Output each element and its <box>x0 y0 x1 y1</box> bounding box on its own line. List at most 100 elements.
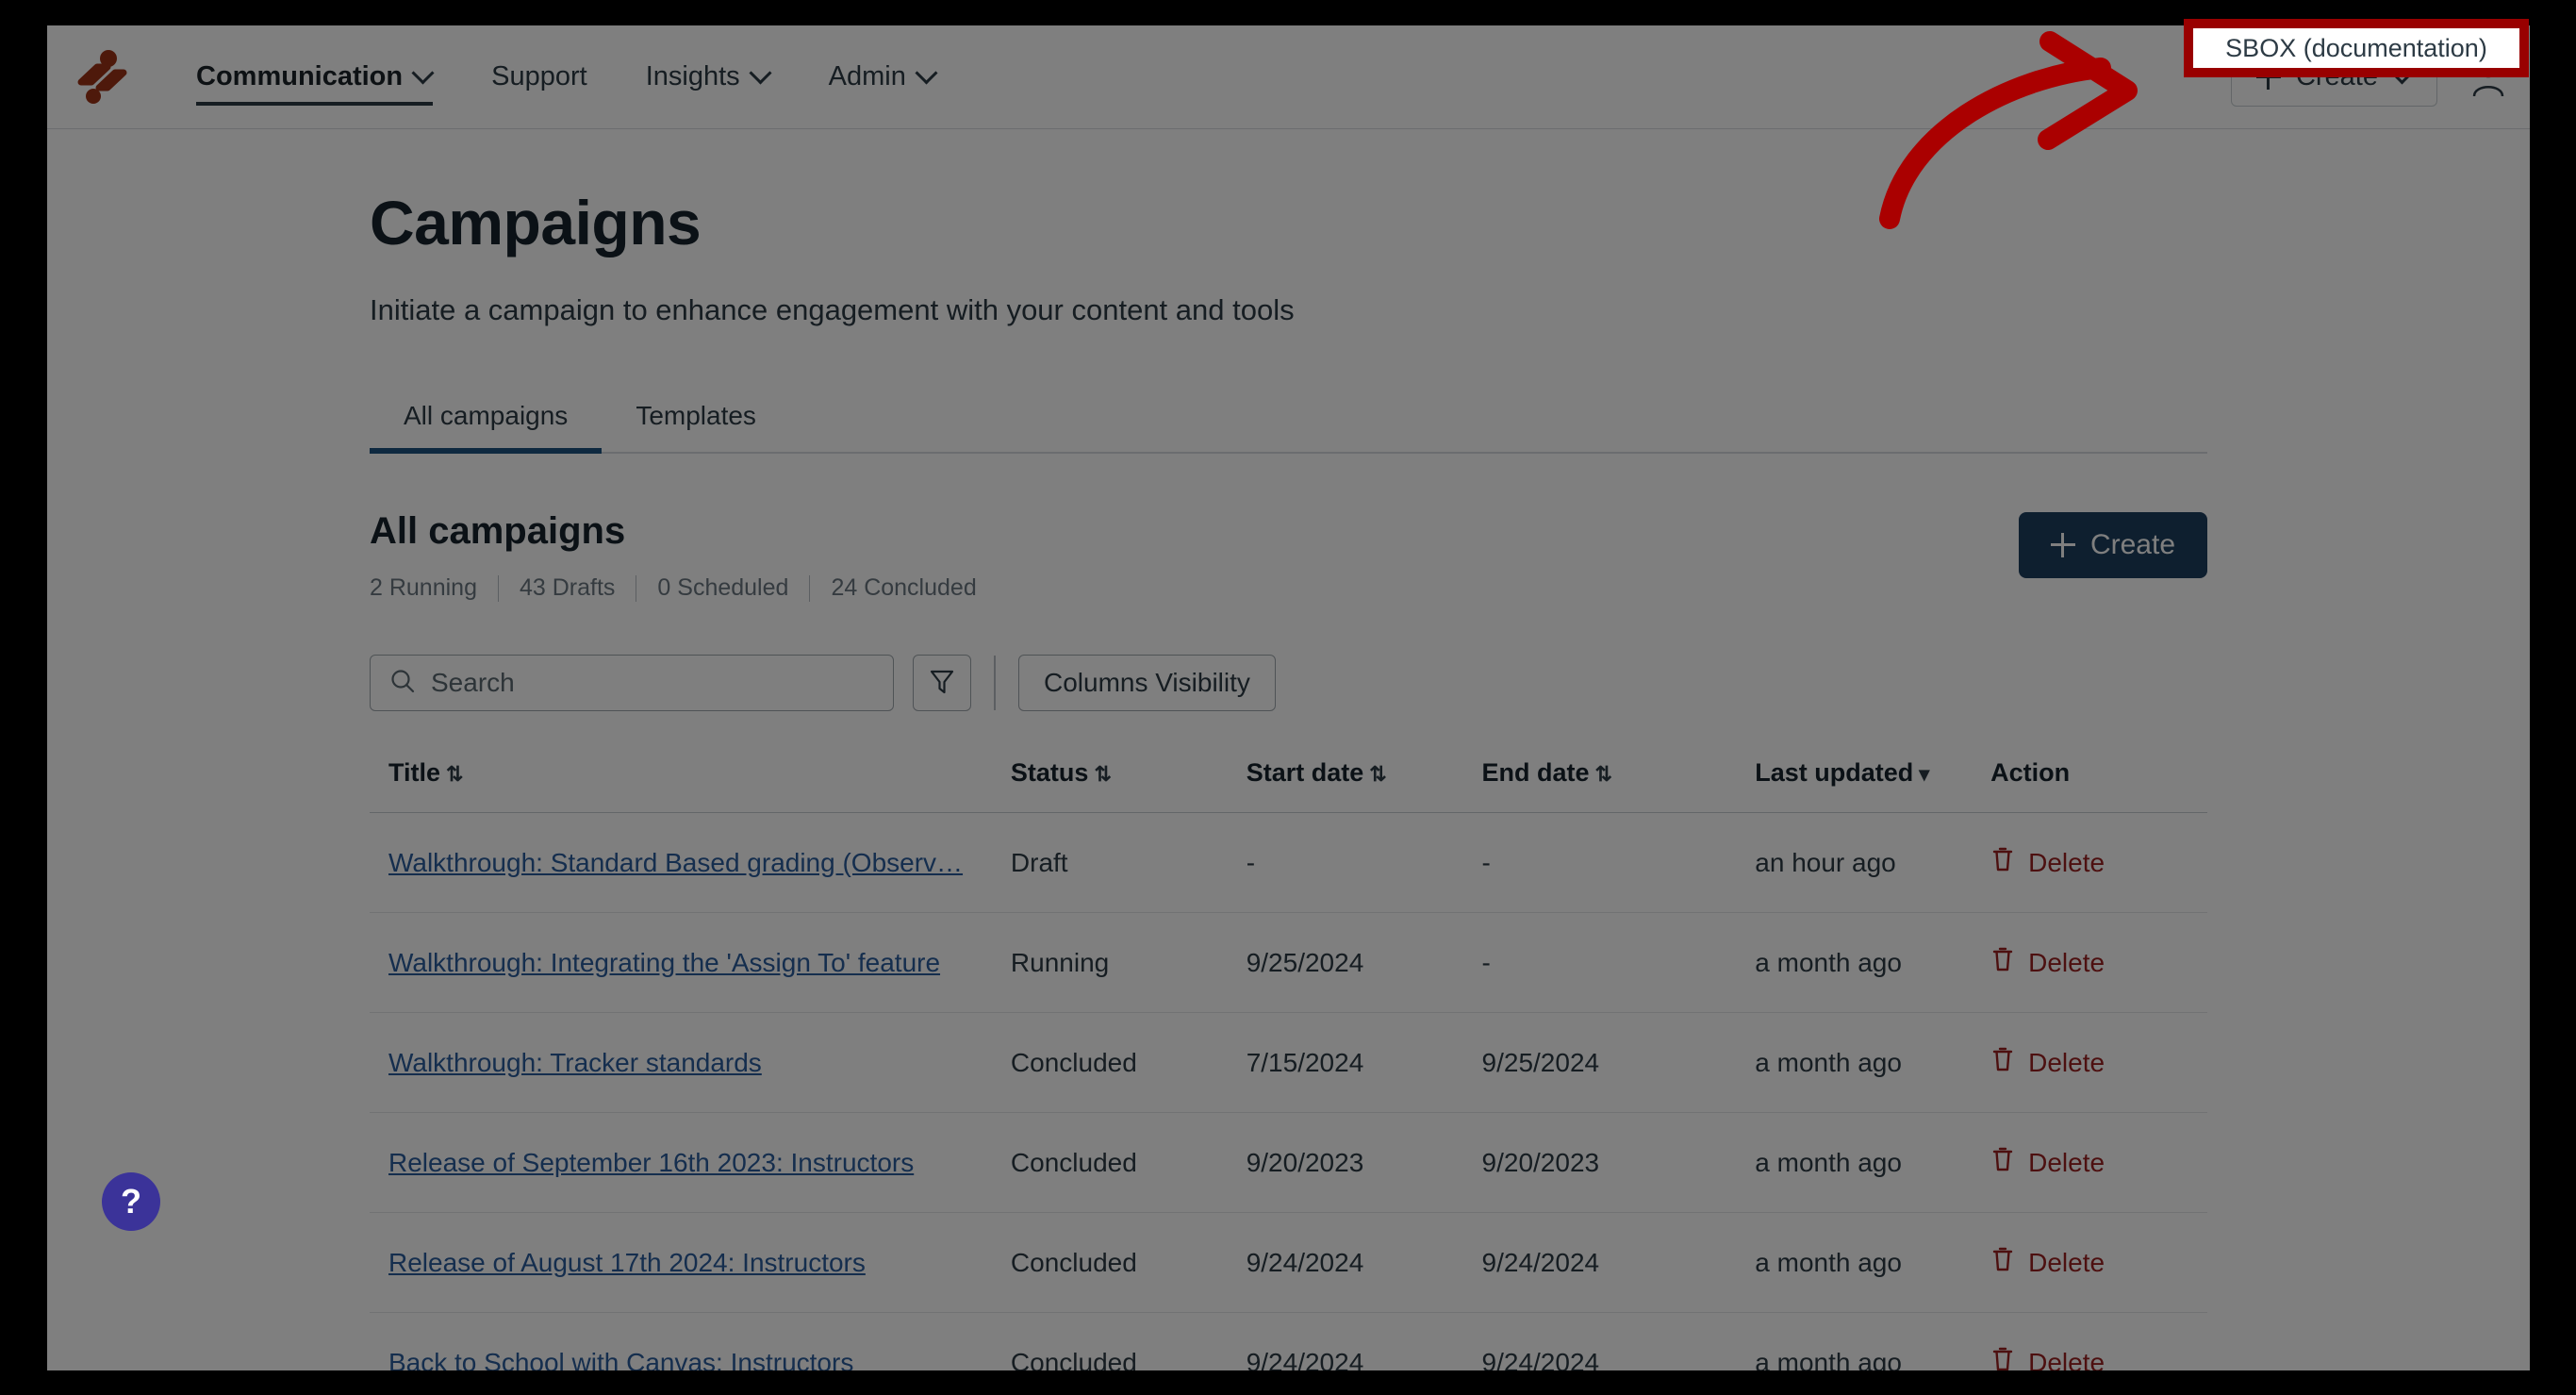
cell-status: Running <box>1010 912 1247 1013</box>
sort-both-icon: ⇅ <box>1594 762 1612 786</box>
delete-button[interactable]: Delete <box>1990 1045 2207 1080</box>
cell-last-updated: a month ago <box>1755 1012 1991 1113</box>
cell-end-date: 9/25/2024 <box>1481 1012 1756 1113</box>
column-header-status[interactable]: Status ⇅ <box>1010 758 1247 813</box>
delete-button[interactable]: Delete <box>1990 845 2207 880</box>
trash-icon <box>1990 1245 2015 1280</box>
top-navigation-bar: Communication Support Insights Admin <box>47 25 2530 129</box>
cell-start-date: 7/15/2024 <box>1246 1012 1482 1113</box>
campaign-title-link[interactable]: Walkthrough: Standard Based grading (Obs… <box>388 848 963 877</box>
stat-scheduled: 0 Scheduled <box>657 574 789 601</box>
columns-visibility-button[interactable]: Columns Visibility <box>1018 655 1276 711</box>
tab-all-campaigns[interactable]: All campaigns <box>370 388 603 454</box>
nav-item-admin[interactable]: Admin <box>829 25 936 128</box>
toolbar-divider <box>994 656 996 710</box>
search-icon <box>389 668 416 699</box>
cell-action: Delete <box>1990 812 2207 913</box>
cell-start-date: - <box>1246 812 1482 913</box>
sort-both-icon: ⇅ <box>1369 762 1387 786</box>
column-header-action: Action <box>1990 758 2207 813</box>
column-header-start-date[interactable]: Start date ⇅ <box>1246 758 1482 813</box>
trash-icon <box>1990 1045 2015 1080</box>
nav-item-communication[interactable]: Communication <box>196 25 434 128</box>
column-header-end-date[interactable]: End date ⇅ <box>1481 758 1756 813</box>
stat-divider <box>497 574 499 602</box>
delete-label: Delete <box>2028 847 2105 877</box>
delete-button[interactable]: Delete <box>1990 945 2207 980</box>
search-field[interactable] <box>370 655 894 711</box>
stat-divider <box>809 574 811 602</box>
cell-status: Draft <box>1010 812 1247 913</box>
campaign-title-link[interactable]: Walkthrough: Tracker standards <box>388 1048 762 1077</box>
chevron-down-icon <box>917 65 936 84</box>
page-title: Campaigns <box>370 188 702 257</box>
table-row: Walkthrough: Integrating the 'Assign To'… <box>370 912 2207 1013</box>
sort-both-icon: ⇅ <box>1094 762 1112 786</box>
delete-button[interactable]: Delete <box>1990 1345 2207 1370</box>
sort-both-icon: ⇅ <box>446 762 464 786</box>
table-row: Walkthrough: Standard Based grading (Obs… <box>370 812 2207 913</box>
stat-drafts: 43 Drafts <box>519 574 616 601</box>
tab-templates[interactable]: Templates <box>602 388 790 452</box>
column-header-title[interactable]: Title ⇅ <box>370 758 1011 813</box>
cell-end-date: 9/24/2024 <box>1481 1312 1756 1370</box>
cell-status: Concluded <box>1010 1312 1247 1370</box>
section-title: All campaigns <box>370 510 626 552</box>
tab-bar: All campaigns Templates <box>370 388 2207 454</box>
account-highlight-box[interactable]: SBOX (documentation) <box>2184 19 2529 77</box>
nav-item-label: Admin <box>828 61 906 91</box>
column-label: Last updated <box>1755 758 1914 787</box>
cell-status: Concluded <box>1010 1212 1247 1313</box>
table-toolbar: Columns Visibility <box>370 655 2530 711</box>
filter-button[interactable] <box>913 655 971 711</box>
screenshot-frame: Communication Support Insights Admin Cam… <box>0 0 2576 1395</box>
cell-title: Walkthrough: Integrating the 'Assign To'… <box>370 912 1011 1013</box>
account-label: SBOX (documentation) <box>2225 33 2487 62</box>
column-label: Action <box>1990 758 2071 787</box>
help-button[interactable]: ? <box>102 1172 160 1231</box>
table-row: Walkthrough: Tracker standards Concluded 7… <box>370 1012 2207 1113</box>
campaign-title-link[interactable]: Release of August 17th 2024: Instructors <box>388 1248 866 1277</box>
column-label: Start date <box>1246 758 1364 787</box>
nav-item-label: Insights <box>645 61 740 91</box>
chevron-down-icon <box>414 65 433 84</box>
delete-label: Delete <box>2028 1247 2105 1277</box>
table-head: Title⇅ Status⇅ Start date⇅ End date⇅ <box>370 758 2207 813</box>
funnel-icon <box>929 668 955 699</box>
create-campaign-button[interactable]: Create <box>2018 512 2207 578</box>
question-mark-icon: ? <box>121 1182 141 1221</box>
delete-label: Delete <box>2028 1147 2105 1177</box>
application-viewport: Communication Support Insights Admin Cam… <box>47 25 2530 1370</box>
column-header-last-updated[interactable]: Last updated ▾ <box>1755 758 1991 813</box>
cell-action: Delete <box>1990 1312 2207 1370</box>
stat-concluded: 24 Concluded <box>831 574 977 601</box>
nav-item-insights[interactable]: Insights <box>646 25 770 128</box>
cell-start-date: 9/25/2024 <box>1246 912 1482 1013</box>
search-input[interactable] <box>431 668 874 698</box>
table-row: Back to School with Canvas: Instructors C… <box>370 1312 2207 1371</box>
cell-last-updated: a month ago <box>1755 1312 1991 1370</box>
cell-last-updated: a month ago <box>1755 1212 1991 1313</box>
cell-status: Concluded <box>1010 1012 1247 1113</box>
cell-last-updated: a month ago <box>1755 1112 1991 1213</box>
delete-label: Delete <box>2028 1347 2105 1371</box>
delete-button[interactable]: Delete <box>1990 1245 2207 1280</box>
cell-end-date: - <box>1481 812 1756 913</box>
cell-title: Release of September 16th 2023: Instruct… <box>370 1112 1011 1213</box>
primary-nav-links: Communication Support Insights Admin <box>196 25 995 128</box>
nav-item-label: Communication <box>196 61 404 91</box>
cell-title: Back to School with Canvas: Instructors <box>370 1312 1011 1371</box>
main-content: Campaigns Initiate a campaign to enhance… <box>47 129 2530 1370</box>
delete-button[interactable]: Delete <box>1990 1145 2207 1180</box>
campaign-title-link[interactable]: Walkthrough: Integrating the 'Assign To'… <box>388 948 940 977</box>
page-subtitle: Initiate a campaign to enhance engagemen… <box>370 293 1295 326</box>
table-row: Release of August 17th 2024: Instructors… <box>370 1212 2207 1313</box>
delete-label: Delete <box>2028 1047 2105 1077</box>
instructure-logo-icon[interactable] <box>70 46 132 108</box>
trash-icon <box>1990 1145 2015 1180</box>
campaign-title-link[interactable]: Back to School with Canvas: Instructors <box>388 1348 853 1371</box>
section-header: All campaigns 2 Running 43 Drafts 0 Sche… <box>370 512 2207 602</box>
cell-status: Concluded <box>1010 1112 1247 1213</box>
campaign-title-link[interactable]: Release of September 16th 2023: Instruct… <box>388 1148 914 1177</box>
nav-item-support[interactable]: Support <box>491 25 587 128</box>
